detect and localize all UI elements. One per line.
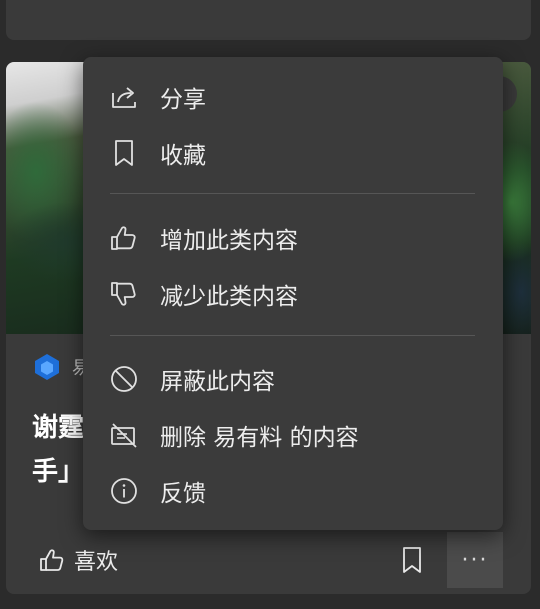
delete-source-icon	[109, 420, 139, 450]
menu-item-share[interactable]: 分享	[83, 69, 503, 125]
menu-item-delete-source[interactable]: 删除 易有料 的内容	[83, 407, 503, 463]
thumbs-down-icon	[109, 279, 139, 309]
menu-label-block-content: 屏蔽此内容	[160, 369, 275, 395]
previous-card[interactable]	[6, 0, 531, 40]
share-icon	[109, 82, 139, 112]
like-button[interactable]: 喜欢	[38, 544, 118, 576]
thumbs-up-icon	[40, 549, 64, 571]
menu-label-share: 分享	[160, 87, 206, 113]
info-icon	[109, 476, 139, 506]
like-label: 喜欢	[74, 550, 119, 575]
menu-label-delete-source: 删除 易有料 的内容	[160, 425, 359, 451]
bookmark-icon	[109, 138, 139, 168]
thumbs-up-icon	[109, 223, 139, 253]
menu-item-less-like-this[interactable]: 减少此类内容	[83, 266, 503, 322]
menu-item-feedback[interactable]: 反馈	[83, 463, 503, 519]
menu-separator	[110, 193, 475, 194]
menu-label-more-like-this: 增加此类内容	[160, 228, 298, 254]
source-logo-icon	[35, 354, 59, 380]
more-options-button[interactable]: ···	[447, 532, 503, 588]
bookmark-button[interactable]	[396, 542, 428, 578]
menu-label-less-like-this: 减少此类内容	[160, 284, 298, 310]
bookmark-icon	[403, 547, 421, 573]
menu-label-feedback: 反馈	[160, 481, 206, 507]
source-row: 易	[32, 352, 90, 382]
menu-item-block-content[interactable]: 屏蔽此内容	[83, 351, 503, 407]
menu-item-more-like-this[interactable]: 增加此类内容	[83, 210, 503, 266]
block-icon	[109, 364, 139, 394]
menu-separator	[110, 335, 475, 336]
menu-label-collect: 收藏	[160, 143, 206, 169]
menu-item-collect[interactable]: 收藏	[83, 125, 503, 181]
context-menu: 分享 收藏 增加此类内容 减少此类内容 屏蔽此内容 删除 易有料 的内容 反馈	[83, 57, 503, 530]
card-footer: 喜欢 ···	[6, 532, 531, 588]
